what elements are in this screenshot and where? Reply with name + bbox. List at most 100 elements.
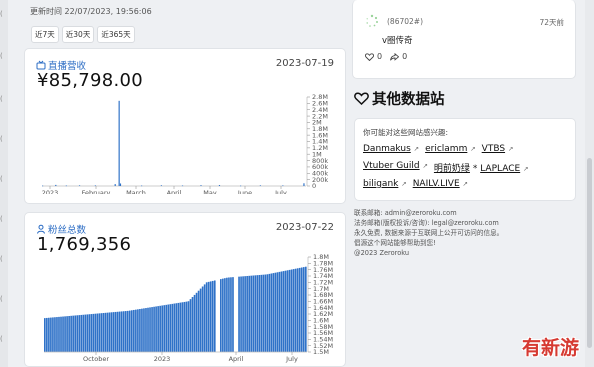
other-sites-heading-text: 其他数据站 xyxy=(372,92,445,108)
fans-bar xyxy=(304,266,307,352)
fans-bar xyxy=(52,317,54,352)
fans-bar xyxy=(116,311,119,352)
fans-bar xyxy=(86,314,89,352)
fans-bar xyxy=(185,301,188,352)
link-vtuber-guild[interactable]: Vtuber Guild xyxy=(363,161,420,171)
fans-bar xyxy=(133,309,135,352)
watermark-logo: 有新游 xyxy=(522,337,580,359)
edge-mark: ( xyxy=(0,52,3,60)
live-tv-icon xyxy=(36,60,46,70)
fans-bar xyxy=(68,315,70,352)
edge-mark: ( xyxy=(0,215,3,223)
fans-bar xyxy=(300,267,303,352)
fans-bar xyxy=(288,269,291,352)
fans-bar xyxy=(238,276,240,352)
fans-bar xyxy=(118,311,121,352)
fans-bar xyxy=(250,275,253,352)
last-updated-text: 更新时间 22/07/2023, 19:56:06 xyxy=(30,7,152,16)
revenue-bar xyxy=(78,185,81,186)
range-tab-365d[interactable]: 近365天 xyxy=(97,26,135,43)
fans-bar xyxy=(128,310,131,352)
revenue-bar xyxy=(282,185,284,187)
edge-mark: ( xyxy=(0,175,3,183)
fans-value: 1,769,356 xyxy=(37,234,132,255)
fans-bar xyxy=(165,304,168,352)
fans-bar xyxy=(292,269,295,352)
fans-bar xyxy=(224,278,226,352)
danmaku-time: 72天前 xyxy=(539,18,564,27)
scrollbar-thumb[interactable] xyxy=(587,158,592,348)
footer-copyright: @2023 Zeroroku xyxy=(354,249,410,257)
fans-bar xyxy=(120,311,123,352)
fans-bar xyxy=(149,307,151,352)
range-tabs: 近7天 近30天 近365天 xyxy=(31,26,135,43)
external-link-icon: ↗ xyxy=(523,165,529,173)
link-ericlamm[interactable]: ericlamm xyxy=(425,144,467,154)
link-nailv-live[interactable]: NAILV.LIVE xyxy=(413,179,460,189)
fans-bar xyxy=(228,277,230,352)
fans-bar xyxy=(203,284,206,352)
like-count: 0 xyxy=(377,52,383,61)
fans-bar xyxy=(60,316,62,352)
fans-bar xyxy=(143,308,145,352)
edge-mark: ( xyxy=(0,255,3,263)
fans-bar xyxy=(70,315,72,352)
fans-bar xyxy=(211,280,214,352)
link-mingqian-naiLv[interactable]: 明前奶绿 xyxy=(434,164,470,174)
external-link-icon: ↗ xyxy=(462,180,468,188)
x-tick-label: April xyxy=(229,355,244,363)
fans-bar xyxy=(278,271,281,352)
fans-bar xyxy=(286,270,289,352)
link-danmakus[interactable]: Danmakus xyxy=(363,144,411,154)
fans-bar xyxy=(46,317,48,352)
danmaku-card: (86702#) 72天前 v圈传奇 0 0 xyxy=(352,0,576,79)
fans-bar xyxy=(58,316,60,352)
revenue-date: 2023-07-19 xyxy=(275,58,334,69)
link-biligank[interactable]: biligank xyxy=(363,179,398,189)
fans-chart: 1.5M1.52M1.54M1.56M1.58M1.6M1.62M1.64M1.… xyxy=(44,254,333,363)
fans-bar xyxy=(183,301,186,352)
fans-bar xyxy=(124,311,127,352)
fans-bar xyxy=(177,302,180,352)
fans-bar xyxy=(242,276,244,352)
fans-bar xyxy=(189,299,192,352)
fans-bar xyxy=(157,306,159,352)
footer-help-notice: 倡源这个网站能够帮助到您! xyxy=(354,239,436,247)
fans-bar xyxy=(274,272,277,352)
fans-bar xyxy=(195,292,198,352)
fans-bar xyxy=(88,314,91,352)
fans-date: 2023-07-22 xyxy=(275,222,334,233)
range-tab-30d[interactable]: 近30天 xyxy=(61,26,95,43)
like-button[interactable]: 0 xyxy=(365,52,382,61)
fans-bar xyxy=(50,317,52,352)
fans-bar xyxy=(106,312,109,352)
external-link-icon: ↗ xyxy=(470,145,476,153)
range-tab-7d[interactable]: 近7天 xyxy=(31,26,59,43)
fans-bar xyxy=(230,277,232,352)
fans-bar xyxy=(141,308,143,352)
link-vtbs[interactable]: VTBS xyxy=(482,144,505,154)
fans-bar xyxy=(151,307,153,352)
fans-bar xyxy=(266,274,269,352)
fans-bar xyxy=(187,301,190,352)
fans-bar xyxy=(254,275,257,352)
fans-bar xyxy=(272,273,275,352)
fans-bar xyxy=(226,277,228,352)
fans-bar xyxy=(248,275,250,352)
revenue-bar xyxy=(303,183,305,186)
fans-bar xyxy=(74,315,77,352)
fans-bar xyxy=(78,315,81,352)
x-tick-label: 2023 xyxy=(42,189,59,194)
link-laplace[interactable]: LAPLACE xyxy=(480,164,520,174)
revenue-bar xyxy=(55,184,57,186)
fans-bar xyxy=(270,273,273,352)
fans-bar xyxy=(175,303,178,352)
share-button[interactable]: 0 xyxy=(390,52,407,61)
fans-bar xyxy=(76,315,79,352)
revenue-value: ¥85,798.00 xyxy=(37,70,144,91)
fans-bar xyxy=(102,313,105,352)
fans-bar xyxy=(155,306,157,352)
loading-spinner-icon xyxy=(366,14,378,27)
fans-bar xyxy=(44,318,46,352)
scrollbar[interactable] xyxy=(585,0,594,367)
